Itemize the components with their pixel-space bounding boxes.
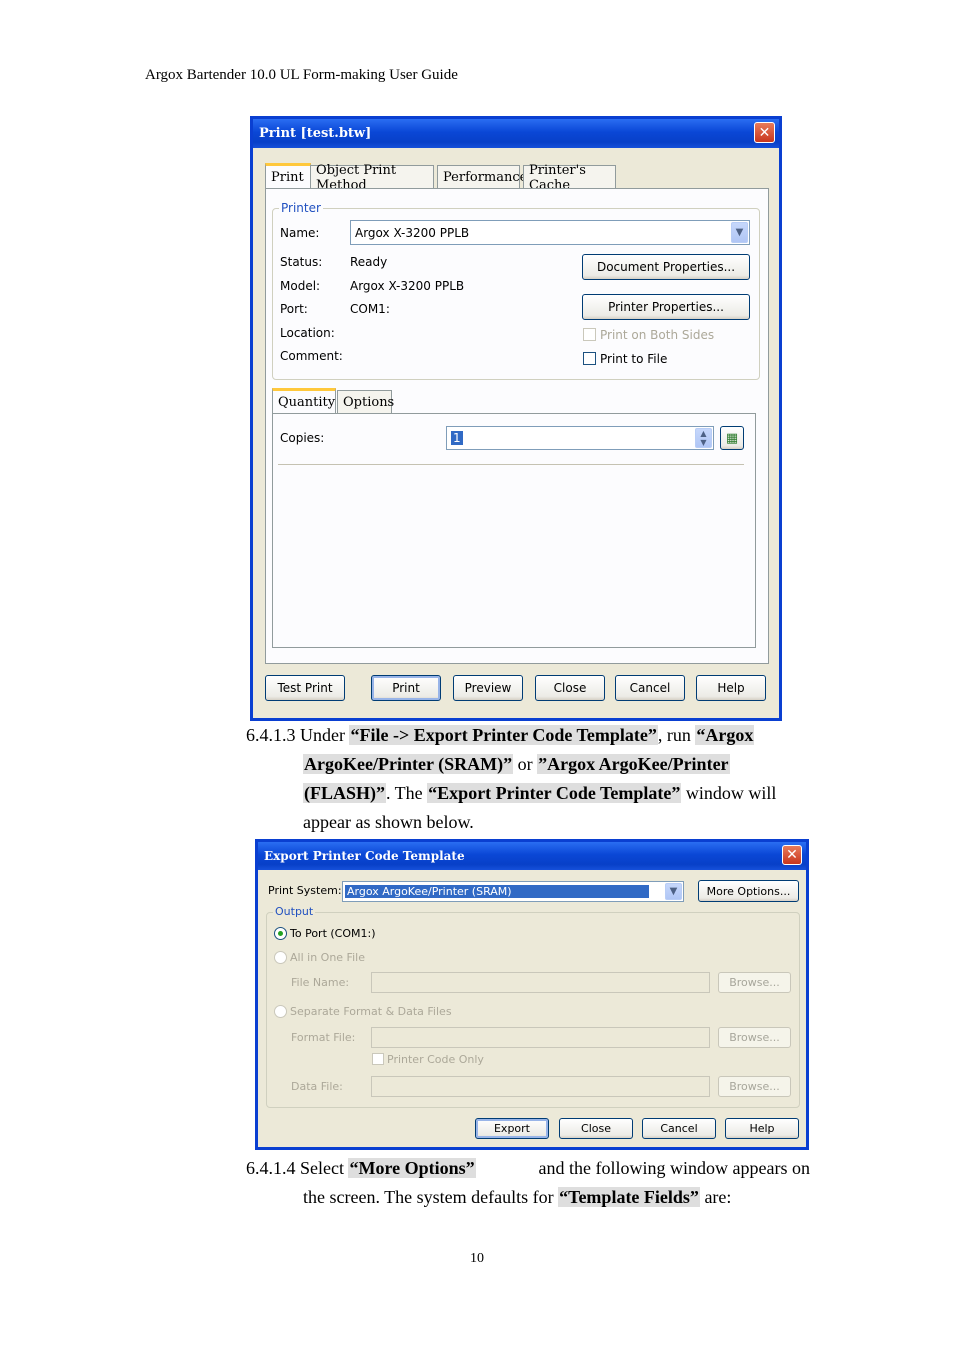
status-label: Status:: [280, 255, 323, 269]
comment-label: Comment:: [280, 349, 343, 363]
spinner-arrows-icon[interactable]: ▲ ▼: [695, 428, 712, 448]
all-in-one-radio[interactable]: [274, 951, 287, 964]
port-value: COM1:: [350, 302, 390, 316]
location-label: Location:: [280, 326, 335, 340]
para-6-4-1-4: 6.4.1.4 Select “More Options” and the fo…: [246, 1158, 810, 1207]
export-close-button[interactable]: Close: [559, 1118, 633, 1139]
close-icon[interactable]: ✕: [782, 845, 802, 865]
document-properties-button[interactable]: Document Properties...: [582, 254, 750, 280]
to-port-radio[interactable]: [274, 927, 287, 940]
printer-code-only-checkbox[interactable]: [372, 1053, 384, 1065]
print-dialog-title: Print [test.btw]: [259, 126, 372, 141]
copies-input[interactable]: 1 ▲ ▼: [446, 426, 714, 450]
quantity-panel: Copies: 1 ▲ ▼ ▦: [272, 413, 756, 648]
page-header: Argox Bartender 10.0 UL Form-making User…: [145, 67, 458, 83]
model-label: Model:: [280, 279, 321, 293]
print-dialog-titlebar[interactable]: Print [test.btw] ✕: [253, 119, 779, 148]
export-dialog-title: Export Printer Code Template: [264, 849, 465, 863]
print-tab-panel: Printer Name: Argox X-3200 PPLB ▼ Status…: [265, 188, 769, 664]
print-system-label: Print System:: [268, 884, 342, 897]
export-help-button[interactable]: Help: [725, 1118, 799, 1139]
print-button[interactable]: Print: [371, 675, 441, 701]
output-group-label: Output: [273, 905, 316, 918]
tab-printers-cache[interactable]: Printer's Cache: [523, 163, 616, 193]
print-to-file-label: Print to File: [600, 352, 668, 366]
export-dialog: Export Printer Code Template ✕ Print Sys…: [255, 839, 809, 1150]
print-system-select[interactable]: Argox ArgoKee/Printer (SRAM) ▼: [342, 881, 684, 902]
separate-files-label: Separate Format & Data Files: [290, 1005, 452, 1018]
tab-object-print-method[interactable]: Object Print Method: [310, 163, 434, 193]
file-name-label: File Name:: [291, 976, 350, 989]
browse-button-2[interactable]: Browse...: [718, 1027, 791, 1048]
page-number: 10: [470, 1251, 484, 1266]
separate-files-radio[interactable]: [274, 1005, 287, 1018]
all-in-one-label: All in One File: [290, 951, 365, 964]
printer-code-only-label: Printer Code Only: [387, 1053, 484, 1066]
print-dialog: Print [test.btw] ✕ Print Object Print Me…: [250, 116, 782, 721]
test-print-button[interactable]: Test Print: [265, 675, 345, 701]
browse-button-1[interactable]: Browse...: [718, 972, 791, 993]
name-label: Name:: [280, 226, 320, 240]
data-file-input[interactable]: [371, 1076, 710, 1097]
print-both-sides-checkbox[interactable]: [583, 328, 596, 341]
close-button[interactable]: Close: [535, 675, 605, 701]
para-6-4-1-3: 6.4.1.3 Under “File -> Export Printer Co…: [246, 725, 777, 832]
print-to-file-checkbox[interactable]: [583, 352, 596, 365]
format-file-label: Format File:: [291, 1031, 356, 1044]
close-icon[interactable]: ✕: [754, 122, 775, 143]
port-label: Port:: [280, 302, 308, 316]
tab-performance[interactable]: Performance: [437, 165, 527, 189]
model-value: Argox X-3200 PPLB: [350, 279, 465, 293]
copies-label: Copies:: [280, 431, 325, 445]
data-source-icon[interactable]: ▦: [720, 426, 744, 450]
format-file-input[interactable]: [371, 1027, 710, 1048]
chevron-down-icon[interactable]: ▼: [731, 222, 748, 243]
cancel-button[interactable]: Cancel: [615, 675, 685, 701]
data-file-label: Data File:: [291, 1080, 343, 1093]
tab-options[interactable]: Options: [337, 390, 394, 414]
printer-name-select[interactable]: Argox X-3200 PPLB ▼: [350, 220, 750, 245]
preview-button[interactable]: Preview: [453, 675, 523, 701]
tab-quantity[interactable]: Quantity: [272, 388, 336, 414]
export-button[interactable]: Export: [475, 1118, 549, 1139]
export-dialog-titlebar[interactable]: Export Printer Code Template ✕: [258, 842, 806, 870]
to-port-label: To Port (COM1:): [290, 927, 376, 940]
chevron-down-icon[interactable]: ▼: [665, 883, 682, 900]
browse-button-3[interactable]: Browse...: [718, 1076, 791, 1097]
more-options-button[interactable]: More Options...: [698, 880, 799, 902]
export-cancel-button[interactable]: Cancel: [642, 1118, 716, 1139]
tab-print[interactable]: Print: [265, 163, 311, 189]
status-value: Ready: [350, 255, 388, 269]
printer-group-label: Printer: [279, 201, 323, 215]
print-both-sides-label: Print on Both Sides: [600, 328, 715, 342]
printer-properties-button[interactable]: Printer Properties...: [582, 294, 750, 320]
divider: [278, 464, 744, 465]
help-button[interactable]: Help: [696, 675, 766, 701]
file-name-input[interactable]: [371, 972, 710, 993]
